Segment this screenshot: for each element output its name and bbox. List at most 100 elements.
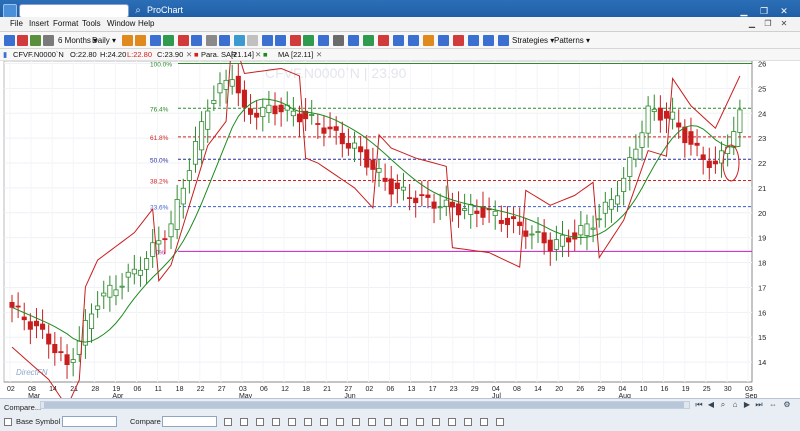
candle-body [101,292,107,297]
interval-select[interactable]: Daily ▾ [92,34,116,47]
compare-option-11[interactable] [384,418,392,426]
x-tick-label: 08 [28,386,36,393]
remove-symbol-icon[interactable]: ✕ [186,50,192,60]
chart-area[interactable]: 14 15 16 17 18 19 20 21 22 23 24 25 26 02 08 14 21 28 19 06… [0,33,800,408]
compare-option-15[interactable] [448,418,456,426]
fibonacci-icon[interactable] [178,35,189,46]
trendline-icon[interactable] [163,35,174,46]
compare-option-1[interactable] [224,418,232,426]
compare-option-10[interactable] [368,418,376,426]
compare-link[interactable]: Compare... [4,403,41,412]
compare-option-6[interactable] [304,418,312,426]
candle-body [21,316,27,321]
scroll-next-icon[interactable]: ▶ [742,400,752,410]
compare-option-9[interactable] [352,418,360,426]
menu-file[interactable]: File [10,19,23,28]
line-chart-icon[interactable] [30,35,41,46]
channel-icon[interactable] [408,35,419,46]
indicator-icon[interactable] [150,35,161,46]
compare-option-2[interactable] [240,418,248,426]
magnet-icon[interactable] [453,35,464,46]
compare-label: Compare [130,417,161,426]
text-tool-icon[interactable] [191,35,202,46]
scroll-fit-icon[interactable]: ⇔ [768,400,778,410]
zoom-in-icon[interactable] [122,35,133,46]
patterns-dropdown[interactable]: Patterns ▾ [554,34,590,47]
zoom-out-icon[interactable] [135,35,146,46]
menu-help[interactable]: Help [138,19,154,28]
fan-icon[interactable] [438,35,449,46]
snapshot-icon[interactable] [318,35,329,46]
strategies-dropdown[interactable]: Strategies ▾ [512,34,554,47]
compare-option-3[interactable] [256,418,264,426]
period-icon[interactable] [468,35,479,46]
template-icon[interactable] [303,35,314,46]
layout-icon[interactable] [275,35,286,46]
close-button[interactable]: ✕ [776,5,792,17]
compare-option-4[interactable] [272,418,280,426]
compare-icon[interactable] [234,35,245,46]
inner-minimize-icon[interactable]: ▁ [746,18,758,30]
compare-input[interactable] [162,416,217,427]
remove-sar-icon[interactable]: ✕ [255,50,261,60]
compare-option-8[interactable] [336,418,344,426]
candle-body [584,223,590,236]
base-symbol-input[interactable] [62,416,117,427]
delete-icon[interactable] [378,35,389,46]
x-tick-label: 13 [408,386,416,393]
flag-icon[interactable] [363,35,374,46]
inner-restore-icon[interactable]: ❐ [762,18,774,30]
compare-option-18[interactable] [496,418,504,426]
candle-body [327,126,333,130]
print-icon[interactable] [43,35,54,46]
menu-format[interactable]: Format [53,19,78,28]
strategies-icon[interactable] [498,35,509,46]
tile-icon[interactable] [348,35,359,46]
candle-body [241,89,247,108]
minimize-button[interactable]: ▁ [736,5,752,17]
remove-ma-icon[interactable]: ✕ [316,50,322,60]
compare-option-5[interactable] [288,418,296,426]
candle-chart-icon[interactable] [17,35,28,46]
crosshair-icon[interactable] [206,35,217,46]
scrollbar-thumb[interactable] [44,402,684,408]
base-symbol-checkbox[interactable] [4,418,12,426]
menu-tools[interactable]: Tools [82,19,101,28]
x-tick-label: 11 [155,386,162,393]
bar-chart-icon[interactable] [4,35,15,46]
settings-icon[interactable] [247,35,258,46]
search-icon[interactable]: ⌕ [132,5,144,17]
x-tick-label: 03 [239,386,247,393]
scroll-prev-icon[interactable]: ◀ [706,400,716,410]
compare-option-12[interactable] [400,418,408,426]
price-chart[interactable]: 14 15 16 17 18 19 20 21 22 23 24 25 26 02 08 14 21 28 19 06… [0,33,800,408]
symbol-search-input[interactable] [19,4,129,18]
candle-body [676,122,682,128]
inner-close-icon[interactable]: ✕ [778,18,790,30]
x-tick-label: 21 [323,386,331,393]
candle-body [156,240,162,245]
save-icon[interactable] [333,35,344,46]
volume-icon[interactable] [262,35,273,46]
scroll-first-icon[interactable]: ⏮ [694,400,704,410]
restore-button[interactable]: ❐ [756,5,772,17]
grid-icon[interactable] [219,35,230,46]
scroll-last-icon[interactable]: ⏭ [754,400,764,410]
compare-option-7[interactable] [320,418,328,426]
pointer-icon[interactable] [393,35,404,46]
scroll-zoom-icon[interactable]: ⌕ [718,400,728,410]
arc-icon[interactable] [423,35,434,46]
compare-option-13[interactable] [416,418,424,426]
scroll-settings-icon[interactable]: ⚙ [782,400,792,410]
compare-option-14[interactable] [432,418,440,426]
scroll-home-icon[interactable]: ⌂ [730,400,740,410]
menu-insert[interactable]: Insert [29,19,49,28]
alert-icon[interactable] [290,35,301,46]
table-icon[interactable] [483,35,494,46]
compare-option-17[interactable] [480,418,488,426]
candle-body [358,146,364,153]
candle-body [596,218,602,221]
fib-level-label: 50.0% [150,157,169,164]
menu-window[interactable]: Window [107,19,135,28]
compare-option-16[interactable] [464,418,472,426]
